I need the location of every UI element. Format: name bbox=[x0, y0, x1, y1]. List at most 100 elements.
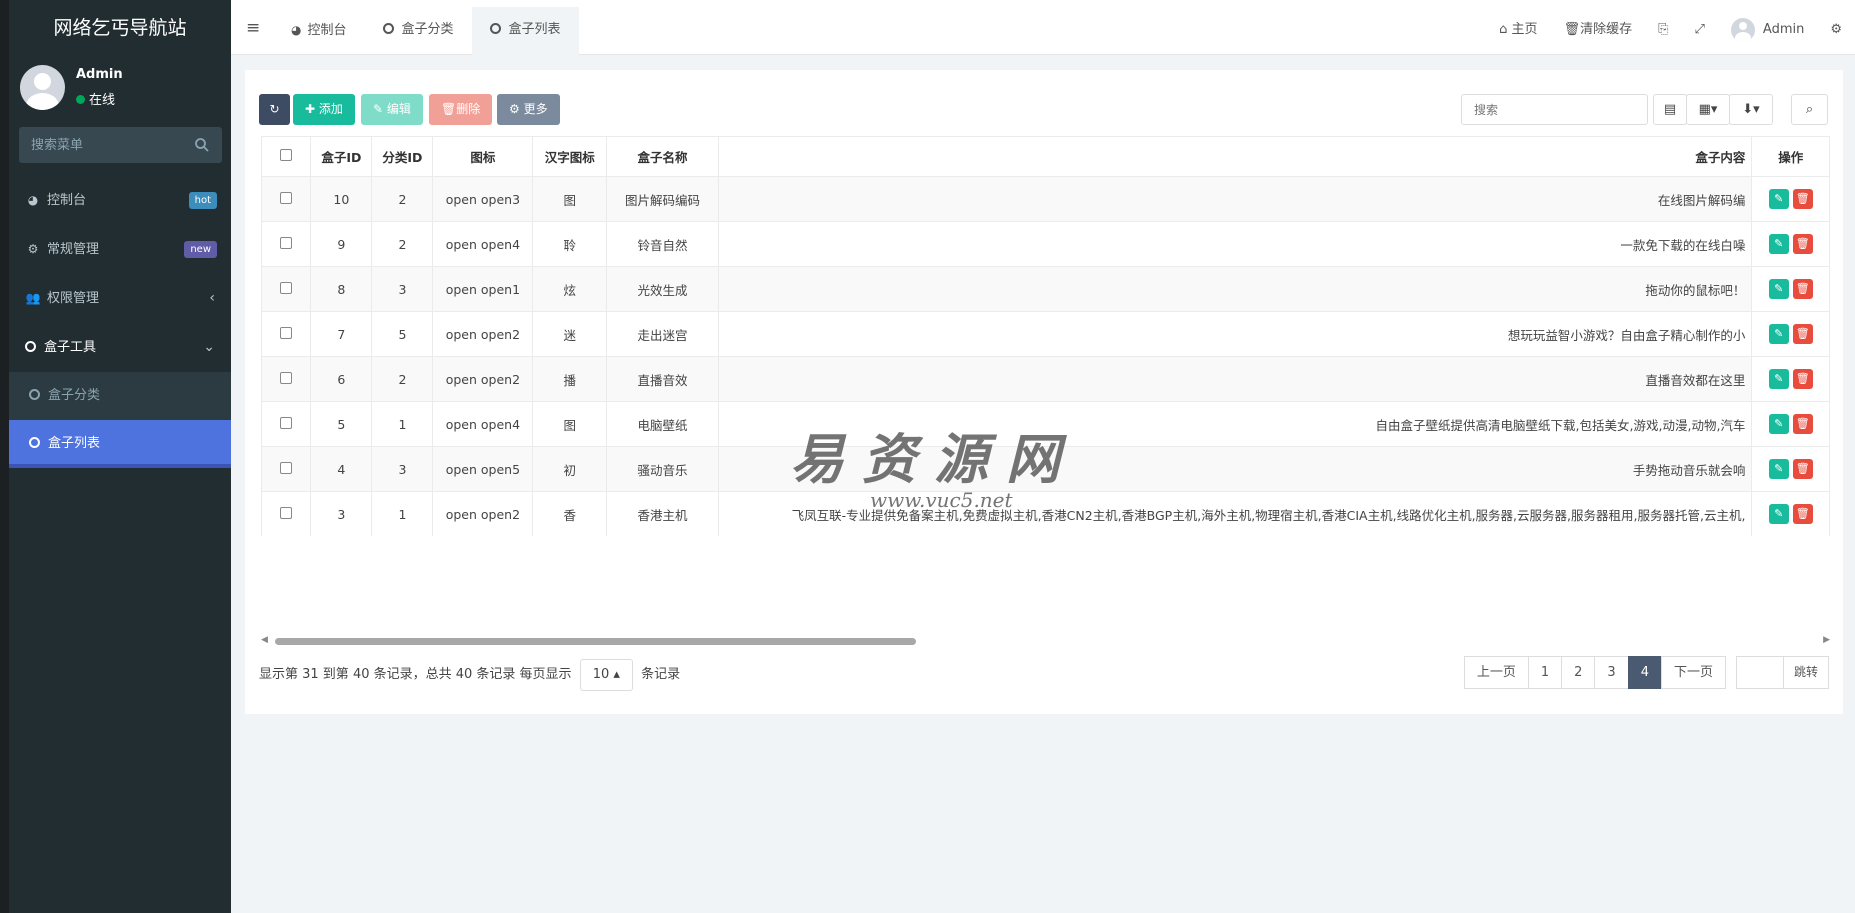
row-delete-button[interactable]: 🗑 bbox=[1792, 189, 1813, 209]
content-panel: ↻ ✚ 添加 ✎ 编辑 🗑删除 ⚙ 更多 ▤ ▦▾ ⬇▾ ⌕ 盒子ID 分类ID… bbox=[245, 70, 1843, 714]
fullscreen-button[interactable]: ⤢ bbox=[1682, 0, 1718, 55]
row-checkbox[interactable] bbox=[280, 191, 293, 204]
row-delete-button[interactable]: 🗑 bbox=[1792, 279, 1813, 299]
next-page-button[interactable]: 下一页 bbox=[1660, 656, 1726, 689]
header-char-icon[interactable]: 汉字图标 bbox=[532, 136, 608, 177]
cell-box-content: 直播音效都在这里 bbox=[717, 356, 1753, 402]
page-3-button[interactable]: 3 bbox=[1594, 656, 1629, 689]
sidebar-item-dashboard[interactable]: ◕ 控制台 hot bbox=[9, 176, 231, 225]
row-delete-button[interactable]: 🗑 bbox=[1792, 234, 1813, 254]
sidebar-item-permissions[interactable]: 👥 权限管理 ‹ bbox=[9, 274, 231, 323]
page-1-button[interactable]: 1 bbox=[1527, 656, 1563, 689]
row-delete-button[interactable]: 🗑 bbox=[1792, 504, 1813, 524]
caret-up-icon: ▴ bbox=[613, 667, 620, 682]
row-delete-button[interactable]: 🗑 bbox=[1792, 414, 1813, 434]
table-row[interactable]: 6 2 open open2 播直播音效 直播音效都在这里 ✎ 🗑 bbox=[261, 356, 1830, 402]
chevron-down-icon: ⌄ bbox=[203, 339, 215, 355]
more-button[interactable]: ⚙ 更多 bbox=[497, 94, 560, 125]
avatar bbox=[20, 65, 65, 110]
menu-search-input[interactable] bbox=[19, 127, 189, 163]
prev-page-button[interactable]: 上一页 bbox=[1463, 656, 1529, 689]
row-delete-button[interactable]: 🗑 bbox=[1792, 459, 1813, 479]
watermark: 易资源网 www.vuc5.net bbox=[790, 415, 1078, 512]
tab-box-list[interactable]: 盒子列表 bbox=[471, 7, 579, 55]
sidebar-item-label: 盒子工具 bbox=[44, 340, 97, 355]
translate-button[interactable]: ⎘ bbox=[1645, 0, 1681, 55]
clear-cache-button[interactable]: 🗑清除缓存 bbox=[1551, 0, 1646, 55]
table-search-input[interactable] bbox=[1461, 94, 1648, 125]
header-box-id[interactable]: 盒子ID bbox=[310, 136, 373, 177]
row-checkbox[interactable] bbox=[280, 326, 293, 339]
page-4-button[interactable]: 4 bbox=[1627, 656, 1662, 689]
cell-box-id: 10 bbox=[310, 176, 373, 222]
language-icon: ⎘ bbox=[1658, 22, 1669, 37]
scroll-left-icon[interactable]: ◀ bbox=[261, 635, 268, 645]
row-delete-button[interactable]: 🗑 bbox=[1792, 324, 1813, 344]
table-row[interactable]: 10 2 open open3 图图片解码编码 在线图片解码编 ✎ 🗑 bbox=[261, 176, 1830, 222]
cell-char-icon: 迷 bbox=[532, 311, 608, 357]
export-button[interactable]: ⬇▾ bbox=[1729, 94, 1773, 125]
row-checkbox[interactable] bbox=[280, 506, 293, 519]
search-icon[interactable] bbox=[194, 137, 210, 153]
header-category-id[interactable]: 分类ID bbox=[371, 136, 434, 177]
delete-button[interactable]: 🗑删除 bbox=[429, 94, 493, 125]
sidebar-item-general[interactable]: ⚙ 常规管理 new bbox=[9, 225, 231, 274]
user-menu[interactable]: Admin bbox=[1718, 0, 1817, 55]
header-box-name[interactable]: 盒子名称 bbox=[606, 136, 719, 177]
page-2-button[interactable]: 2 bbox=[1561, 656, 1596, 689]
table-row[interactable]: 9 2 open open4 聆铃音自然 一款免下载的在线白噪 ✎ 🗑 bbox=[261, 221, 1830, 267]
row-checkbox[interactable] bbox=[280, 416, 293, 429]
row-edit-button[interactable]: ✎ bbox=[1768, 279, 1789, 299]
window-frame-edge bbox=[0, 0, 9, 913]
scrollbar-thumb[interactable] bbox=[275, 638, 916, 645]
toggle-view-button[interactable]: ▤ bbox=[1653, 94, 1687, 125]
row-delete-button[interactable]: 🗑 bbox=[1792, 369, 1813, 389]
table-row[interactable]: 7 5 open open2 迷走出迷宫 想玩玩益智小游戏？自由盒子精心制作的小 ✎ 🗑 bbox=[261, 311, 1830, 357]
edit-label: 编辑 bbox=[386, 102, 411, 116]
sidebar-item-box-category[interactable]: 盒子分类 bbox=[9, 372, 231, 420]
edit-button[interactable]: ✎ 编辑 bbox=[361, 94, 423, 125]
cell-char-icon: 播 bbox=[532, 356, 608, 402]
columns-button[interactable]: ▦▾ bbox=[1686, 94, 1730, 125]
add-button[interactable]: ✚ 添加 bbox=[293, 94, 355, 125]
row-edit-button[interactable]: ✎ bbox=[1768, 234, 1789, 254]
scroll-right-icon[interactable]: ▶ bbox=[1823, 635, 1830, 645]
table-row[interactable]: 8 3 open open1 炫光效生成 拖动你的鼠标吧！ ✎ 🗑 bbox=[261, 266, 1830, 312]
select-all-checkbox[interactable] bbox=[280, 149, 293, 161]
sidebar-item-box-list[interactable]: 盒子列表 bbox=[9, 420, 231, 468]
tab-box-category[interactable]: 盒子分类 bbox=[365, 7, 472, 55]
row-edit-button[interactable]: ✎ bbox=[1768, 324, 1789, 344]
row-select-cell bbox=[261, 401, 312, 447]
jump-page-input[interactable] bbox=[1735, 656, 1784, 689]
row-checkbox[interactable] bbox=[280, 236, 293, 249]
sidebar-item-box-tools[interactable]: 盒子工具 ⌄ bbox=[9, 323, 231, 372]
row-edit-button[interactable]: ✎ bbox=[1768, 504, 1789, 524]
site-logo[interactable]: 网络乞丐导航站 bbox=[9, 0, 231, 57]
refresh-button[interactable]: ↻ bbox=[259, 94, 290, 125]
header-box-content[interactable]: 盒子内容 bbox=[717, 136, 1753, 177]
box-tools-submenu: 盒子分类 盒子列表 bbox=[9, 372, 231, 468]
row-edit-button[interactable]: ✎ bbox=[1768, 369, 1789, 389]
row-edit-button[interactable]: ✎ bbox=[1768, 414, 1789, 434]
advanced-search-button[interactable]: ⌕ bbox=[1791, 94, 1828, 125]
row-edit-button[interactable]: ✎ bbox=[1768, 189, 1789, 209]
home-link[interactable]: ⌂ 主页 bbox=[1486, 0, 1550, 55]
horizontal-scrollbar[interactable]: ◀ ▶ bbox=[261, 635, 1830, 647]
row-checkbox[interactable] bbox=[280, 281, 293, 294]
menu-toggle-icon[interactable]: ≡ bbox=[246, 18, 260, 38]
plus-icon: ✚ bbox=[305, 102, 319, 116]
cell-char-icon: 图 bbox=[532, 401, 608, 447]
row-edit-button[interactable]: ✎ bbox=[1768, 459, 1789, 479]
add-label: 添加 bbox=[318, 102, 343, 116]
columns-icon: ▦▾ bbox=[1698, 102, 1718, 117]
settings-button[interactable]: ⚙ bbox=[1817, 0, 1855, 55]
page-size-select[interactable]: 10 ▴ bbox=[579, 659, 633, 691]
cell-actions: ✎ 🗑 bbox=[1751, 176, 1830, 222]
export-icon: ⬇▾ bbox=[1742, 102, 1760, 117]
header-icon[interactable]: 图标 bbox=[432, 136, 534, 177]
row-checkbox[interactable] bbox=[280, 461, 293, 474]
tab-dashboard[interactable]: ◕ 控制台 bbox=[273, 7, 365, 55]
pagination-info: 显示第 31 到第 40 条记录，总共 40 条记录 每页显示 10 ▴ 条记录 bbox=[259, 659, 680, 691]
row-checkbox[interactable] bbox=[280, 371, 293, 384]
jump-button[interactable]: 跳转 bbox=[1782, 656, 1829, 689]
